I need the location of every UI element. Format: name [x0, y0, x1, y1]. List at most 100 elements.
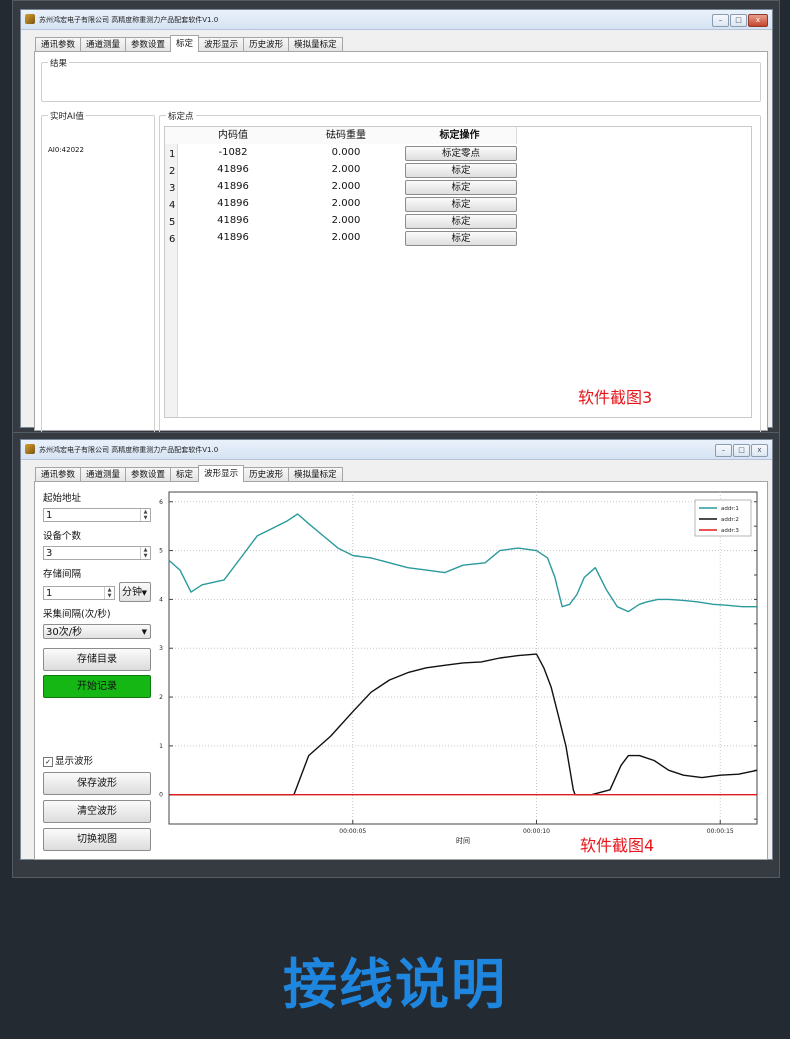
table-row: 6 41896 2.000 标定	[165, 229, 751, 246]
code-cell[interactable]: 41896	[177, 195, 289, 212]
title-bar: 苏州鸿宏电子有限公司 高精度称重测力产品配套软件V1.0 – □ x	[21, 10, 772, 30]
tab-waveform[interactable]: 波形显示	[198, 37, 245, 52]
tab-calibration[interactable]: 标定	[170, 467, 200, 482]
store-interval-label: 存储间隔	[43, 569, 82, 580]
code-cell[interactable]: -1082	[177, 144, 289, 161]
waveform-panel: 起始地址 1 ▲ ▼ 设备个数 3 ▲ ▼ 存储间隔 1 ▲ ▼ 分钟 ▼ 采集间隔(…	[34, 481, 768, 860]
x-tick-label: 00:00:05	[339, 828, 366, 835]
table-row: 5 41896 2.000 标定	[165, 212, 751, 229]
y-tick-label: 6	[159, 499, 163, 506]
checkbox-checked-icon[interactable]: ✓	[43, 756, 53, 767]
show-waveform-checkbox[interactable]: ✓ 显示波形	[43, 753, 93, 767]
switch-view-button[interactable]: 切换视图	[43, 828, 151, 851]
realtime-ai-group: 实时AI值 AI0:42022	[41, 110, 155, 437]
y-tick-label: 0	[159, 792, 163, 799]
legend-entry: addr:3	[721, 528, 739, 534]
table-row: 1 -1082 0.000 标定零点	[165, 144, 751, 161]
legend-entry: addr:2	[721, 517, 739, 523]
calibrate-button[interactable]: 标定	[405, 197, 517, 212]
weight-cell[interactable]: 0.000	[289, 144, 403, 161]
calibration-points-group: 标定点 内码值 砝码重量 标定操作 1 -1082 0.000 标定零点 2 4…	[159, 110, 761, 437]
app-icon	[25, 14, 35, 24]
tab-param-settings[interactable]: 参数设置	[125, 37, 172, 52]
tab-param-settings[interactable]: 参数设置	[125, 467, 172, 482]
maximize-button[interactable]: □	[730, 14, 747, 27]
close-button[interactable]: x	[748, 14, 768, 27]
calibration-window: 苏州鸿宏电子有限公司 高精度称重测力产品配套软件V1.0 – □ x 通讯参数 …	[20, 9, 773, 437]
clear-waveform-button[interactable]: 清空波形	[43, 800, 151, 823]
calibrate-button[interactable]: 标定	[405, 180, 517, 195]
col-header-code: 内码值	[177, 127, 290, 144]
store-directory-button[interactable]: 存储目录	[43, 648, 151, 671]
plot-area	[168, 491, 758, 825]
calibrate-button[interactable]: 标定	[405, 163, 517, 178]
sample-interval-select[interactable]: 30次/秒 ▼	[43, 624, 151, 639]
realtime-ai-label: 实时AI值	[48, 110, 86, 122]
weight-cell[interactable]: 2.000	[289, 212, 403, 229]
waveform-window: 苏州鸿宏电子有限公司 高精度称重测力产品配套软件V1.0 – □ x 通讯参数 …	[20, 439, 773, 860]
start-record-button[interactable]: 开始记录	[43, 675, 151, 698]
tab-bar: 通讯参数 通道测量 参数设置 标定 波形显示 历史波形 模拟量标定	[35, 465, 343, 482]
code-cell[interactable]: 41896	[177, 229, 289, 246]
screenshot-4-frame: 苏州鸿宏电子有限公司 高精度称重测力产品配套软件V1.0 – □ x 通讯参数 …	[12, 432, 780, 878]
waveform-chart[interactable]: 0 1 2 3 4 5 6 00:00:05 00:00:10 00:00:15 时间 addr:1 a…	[159, 488, 763, 856]
calibration-panel: 结果 实时AI值 AI0:42022 标定点 内码值 砝码重量 标定操作 1 -…	[34, 51, 768, 437]
close-button[interactable]: x	[751, 444, 768, 457]
code-cell[interactable]: 41896	[177, 212, 289, 229]
y-tick-label: 3	[159, 645, 163, 652]
result-group: 结果	[41, 57, 761, 102]
screenshot-3-caption: 软件截图3	[578, 388, 653, 407]
x-tick-label: 00:00:10	[523, 828, 550, 835]
realtime-ai-value: AI0:42022	[48, 146, 84, 154]
start-address-input[interactable]: 1 ▲ ▼	[43, 508, 151, 522]
start-address-label: 起始地址	[43, 493, 82, 504]
x-tick-label: 00:00:15	[707, 828, 734, 835]
weight-cell[interactable]: 2.000	[289, 161, 403, 178]
calibration-table: 内码值 砝码重量 标定操作 1 -1082 0.000 标定零点 2 41896…	[164, 126, 752, 418]
spin-arrows-icon[interactable]: ▲ ▼	[104, 587, 114, 599]
device-count-input[interactable]: 3 ▲ ▼	[43, 546, 151, 560]
tab-waveform[interactable]: 波形显示	[198, 465, 245, 482]
y-tick-label: 4	[159, 596, 163, 603]
spin-arrows-icon[interactable]: ▲ ▼	[140, 547, 150, 559]
y-tick-label: 1	[159, 743, 163, 750]
maximize-button[interactable]: □	[733, 444, 750, 457]
device-count-label: 设备个数	[43, 531, 82, 542]
weight-cell[interactable]: 2.000	[289, 229, 403, 246]
store-interval-unit: 分钟	[122, 587, 142, 598]
show-waveform-label: 显示波形	[55, 756, 94, 767]
col-header-weight: 砝码重量	[289, 127, 404, 144]
calibrate-button[interactable]: 标定	[405, 214, 517, 229]
dropdown-arrow-icon: ▼	[141, 628, 147, 636]
sample-interval-value: 30次/秒	[46, 627, 83, 638]
tab-calibration[interactable]: 标定	[170, 35, 200, 52]
tab-analog-calibration[interactable]: 模拟量标定	[288, 37, 343, 52]
dropdown-arrow-icon: ▼	[141, 589, 147, 597]
tab-comm-params[interactable]: 通讯参数	[35, 37, 82, 52]
tab-history-waveform[interactable]: 历史波形	[243, 37, 290, 52]
minimize-button[interactable]: –	[715, 444, 732, 457]
tab-history-waveform[interactable]: 历史波形	[243, 467, 290, 482]
app-icon	[25, 444, 35, 454]
store-interval-input[interactable]: 1 ▲ ▼	[43, 586, 115, 600]
calibrate-button[interactable]: 标定	[405, 231, 517, 246]
tab-analog-calibration[interactable]: 模拟量标定	[288, 467, 343, 482]
wiring-instructions-heading: 接线说明	[283, 953, 507, 1016]
spin-arrows-icon[interactable]: ▲ ▼	[140, 509, 150, 521]
save-waveform-button[interactable]: 保存波形	[43, 772, 151, 795]
table-row: 2 41896 2.000 标定	[165, 161, 751, 178]
calibrate-zero-button[interactable]: 标定零点	[405, 146, 517, 161]
code-cell[interactable]: 41896	[177, 178, 289, 195]
code-cell[interactable]: 41896	[177, 161, 289, 178]
weight-cell[interactable]: 2.000	[289, 178, 403, 195]
minimize-button[interactable]: –	[712, 14, 729, 27]
y-tick-label: 5	[159, 548, 163, 555]
store-interval-unit-select[interactable]: 分钟 ▼	[119, 582, 151, 602]
table-row: 4 41896 2.000 标定	[165, 195, 751, 212]
tab-channel-measure[interactable]: 通道测量	[80, 37, 127, 52]
window-title: 苏州鸿宏电子有限公司 高精度称重测力产品配套软件V1.0	[39, 446, 219, 454]
tab-comm-params[interactable]: 通讯参数	[35, 467, 82, 482]
tab-bar: 通讯参数 通道测量 参数设置 标定 波形显示 历史波形 模拟量标定	[35, 35, 343, 52]
weight-cell[interactable]: 2.000	[289, 195, 403, 212]
tab-channel-measure[interactable]: 通道测量	[80, 467, 127, 482]
